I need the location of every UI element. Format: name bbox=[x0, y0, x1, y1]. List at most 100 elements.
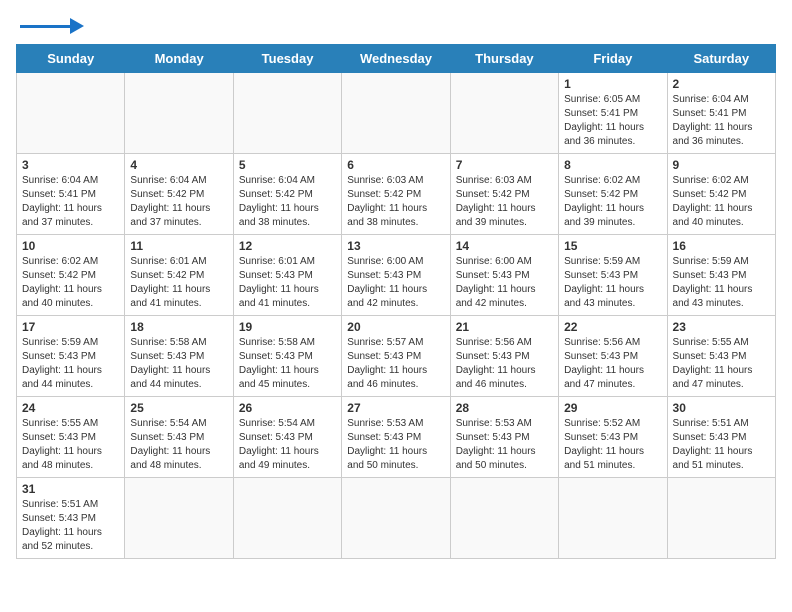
cell-info-text: Sunrise: 5:59 AMSunset: 5:43 PMDaylight:… bbox=[564, 255, 661, 311]
week-row-4: 17 Sunrise: 5:59 AMSunset: 5:43 PMDayligh… bbox=[17, 316, 776, 397]
calendar-cell: 30Sunrise: 5:51 AMSunset: 5:43 PMDayligh… bbox=[667, 397, 775, 478]
week-row-3: 10 Sunrise: 6:02 AMSunset: 5:42 PMDayligh… bbox=[17, 235, 776, 316]
calendar-cell: 6Sunrise: 6:03 AMSunset: 5:42 PMDaylight… bbox=[342, 154, 450, 235]
cell-date-number: 31 bbox=[22, 482, 119, 496]
cell-date-number: 25 bbox=[130, 401, 227, 415]
cell-date-number: 24 bbox=[22, 401, 119, 415]
cell-date-number: 7 bbox=[456, 158, 553, 172]
logo bbox=[16, 16, 84, 34]
calendar-cell: 3 Sunrise: 6:04 AMSunset: 5:41 PMDaylight… bbox=[17, 154, 125, 235]
calendar-cell: 2 Sunrise: 6:04 AMSunset: 5:41 PMDaylight… bbox=[667, 73, 775, 154]
day-header-tuesday: Tuesday bbox=[233, 45, 341, 73]
calendar-cell bbox=[450, 478, 558, 559]
cell-info-text: Sunrise: 6:02 AMSunset: 5:42 PMDaylight:… bbox=[564, 174, 661, 230]
week-row-6: 31Sunrise: 5:51 AMSunset: 5:43 PMDayligh… bbox=[17, 478, 776, 559]
cell-info-text: Sunrise: 5:55 AMSunset: 5:43 PMDaylight:… bbox=[22, 417, 119, 473]
cell-date-number: 27 bbox=[347, 401, 444, 415]
calendar-cell bbox=[667, 478, 775, 559]
cell-date-number: 17 bbox=[22, 320, 119, 334]
cell-info-text: Sunrise: 5:55 AMSunset: 5:43 PMDaylight:… bbox=[673, 336, 770, 392]
cell-info-text: Sunrise: 5:56 AMSunset: 5:43 PMDaylight:… bbox=[456, 336, 553, 392]
calendar-cell: 15 Sunrise: 5:59 AMSunset: 5:43 PMDayligh… bbox=[559, 235, 667, 316]
cell-info-text: Sunrise: 6:04 AMSunset: 5:41 PMDaylight:… bbox=[22, 174, 119, 230]
cell-info-text: Sunrise: 6:03 AMSunset: 5:42 PMDaylight:… bbox=[347, 174, 444, 230]
calendar-cell: 4 Sunrise: 6:04 AMSunset: 5:42 PMDaylight… bbox=[125, 154, 233, 235]
cell-info-text: Sunrise: 5:58 AMSunset: 5:43 PMDaylight:… bbox=[239, 336, 336, 392]
calendar-cell: 14Sunrise: 6:00 AMSunset: 5:43 PMDayligh… bbox=[450, 235, 558, 316]
cell-info-text: Sunrise: 6:00 AMSunset: 5:43 PMDaylight:… bbox=[347, 255, 444, 311]
calendar-table: SundayMondayTuesdayWednesdayThursdayFrid… bbox=[16, 44, 776, 559]
cell-date-number: 29 bbox=[564, 401, 661, 415]
day-header-sunday: Sunday bbox=[17, 45, 125, 73]
day-header-thursday: Thursday bbox=[450, 45, 558, 73]
cell-info-text: Sunrise: 5:56 AMSunset: 5:43 PMDaylight:… bbox=[564, 336, 661, 392]
cell-date-number: 4 bbox=[130, 158, 227, 172]
calendar-cell bbox=[125, 478, 233, 559]
day-header-saturday: Saturday bbox=[667, 45, 775, 73]
cell-date-number: 20 bbox=[347, 320, 444, 334]
page-header bbox=[16, 16, 776, 34]
cell-date-number: 30 bbox=[673, 401, 770, 415]
cell-date-number: 13 bbox=[347, 239, 444, 253]
cell-date-number: 11 bbox=[130, 239, 227, 253]
cell-date-number: 22 bbox=[564, 320, 661, 334]
cell-date-number: 1 bbox=[564, 77, 661, 91]
cell-date-number: 19 bbox=[239, 320, 336, 334]
calendar-cell bbox=[559, 478, 667, 559]
calendar-cell: 20 Sunrise: 5:57 AMSunset: 5:43 PMDayligh… bbox=[342, 316, 450, 397]
cell-info-text: Sunrise: 6:04 AMSunset: 5:42 PMDaylight:… bbox=[130, 174, 227, 230]
day-header-monday: Monday bbox=[125, 45, 233, 73]
cell-info-text: Sunrise: 5:57 AMSunset: 5:43 PMDaylight:… bbox=[347, 336, 444, 392]
cell-date-number: 15 bbox=[564, 239, 661, 253]
calendar-cell: 26 Sunrise: 5:54 AMSunset: 5:43 PMDayligh… bbox=[233, 397, 341, 478]
cell-info-text: Sunrise: 6:00 AMSunset: 5:43 PMDaylight:… bbox=[456, 255, 553, 311]
calendar-cell bbox=[125, 73, 233, 154]
calendar-cell bbox=[17, 73, 125, 154]
calendar-cell: 31Sunrise: 5:51 AMSunset: 5:43 PMDayligh… bbox=[17, 478, 125, 559]
calendar-cell: 8Sunrise: 6:02 AMSunset: 5:42 PMDaylight… bbox=[559, 154, 667, 235]
calendar-cell bbox=[342, 478, 450, 559]
cell-info-text: Sunrise: 5:53 AMSunset: 5:43 PMDaylight:… bbox=[347, 417, 444, 473]
week-row-5: 24 Sunrise: 5:55 AMSunset: 5:43 PMDayligh… bbox=[17, 397, 776, 478]
cell-info-text: Sunrise: 6:01 AMSunset: 5:43 PMDaylight:… bbox=[239, 255, 336, 311]
calendar-cell: 11 Sunrise: 6:01 AMSunset: 5:42 PMDayligh… bbox=[125, 235, 233, 316]
cell-date-number: 28 bbox=[456, 401, 553, 415]
cell-info-text: Sunrise: 6:05 AMSunset: 5:41 PMDaylight:… bbox=[564, 93, 661, 149]
cell-date-number: 3 bbox=[22, 158, 119, 172]
cell-info-text: Sunrise: 6:04 AMSunset: 5:41 PMDaylight:… bbox=[673, 93, 770, 149]
cell-info-text: Sunrise: 6:03 AMSunset: 5:42 PMDaylight:… bbox=[456, 174, 553, 230]
calendar-cell bbox=[233, 73, 341, 154]
cell-info-text: Sunrise: 5:52 AMSunset: 5:43 PMDaylight:… bbox=[564, 417, 661, 473]
calendar-cell: 10 Sunrise: 6:02 AMSunset: 5:42 PMDayligh… bbox=[17, 235, 125, 316]
cell-date-number: 12 bbox=[239, 239, 336, 253]
day-header-row: SundayMondayTuesdayWednesdayThursdayFrid… bbox=[17, 45, 776, 73]
calendar-cell: 7 Sunrise: 6:03 AMSunset: 5:42 PMDaylight… bbox=[450, 154, 558, 235]
calendar-cell: 29 Sunrise: 5:52 AMSunset: 5:43 PMDayligh… bbox=[559, 397, 667, 478]
calendar-cell: 9Sunrise: 6:02 AMSunset: 5:42 PMDaylight… bbox=[667, 154, 775, 235]
calendar-cell: 25 Sunrise: 5:54 AMSunset: 5:43 PMDayligh… bbox=[125, 397, 233, 478]
day-header-friday: Friday bbox=[559, 45, 667, 73]
cell-info-text: Sunrise: 5:53 AMSunset: 5:43 PMDaylight:… bbox=[456, 417, 553, 473]
calendar-cell: 5Sunrise: 6:04 AMSunset: 5:42 PMDaylight… bbox=[233, 154, 341, 235]
cell-date-number: 5 bbox=[239, 158, 336, 172]
cell-date-number: 10 bbox=[22, 239, 119, 253]
cell-info-text: Sunrise: 5:58 AMSunset: 5:43 PMDaylight:… bbox=[130, 336, 227, 392]
cell-date-number: 18 bbox=[130, 320, 227, 334]
calendar-cell: 19 Sunrise: 5:58 AMSunset: 5:43 PMDayligh… bbox=[233, 316, 341, 397]
cell-info-text: Sunrise: 6:02 AMSunset: 5:42 PMDaylight:… bbox=[673, 174, 770, 230]
cell-date-number: 26 bbox=[239, 401, 336, 415]
calendar-cell: 13 Sunrise: 6:00 AMSunset: 5:43 PMDayligh… bbox=[342, 235, 450, 316]
cell-date-number: 2 bbox=[673, 77, 770, 91]
cell-date-number: 16 bbox=[673, 239, 770, 253]
cell-info-text: Sunrise: 6:02 AMSunset: 5:42 PMDaylight:… bbox=[22, 255, 119, 311]
cell-info-text: Sunrise: 5:54 AMSunset: 5:43 PMDaylight:… bbox=[239, 417, 336, 473]
calendar-cell: 17 Sunrise: 5:59 AMSunset: 5:43 PMDayligh… bbox=[17, 316, 125, 397]
calendar-cell bbox=[342, 73, 450, 154]
cell-info-text: Sunrise: 5:59 AMSunset: 5:43 PMDaylight:… bbox=[673, 255, 770, 311]
cell-info-text: Sunrise: 5:54 AMSunset: 5:43 PMDaylight:… bbox=[130, 417, 227, 473]
cell-info-text: Sunrise: 6:01 AMSunset: 5:42 PMDaylight:… bbox=[130, 255, 227, 311]
calendar-cell: 12 Sunrise: 6:01 AMSunset: 5:43 PMDayligh… bbox=[233, 235, 341, 316]
calendar-cell: 27 Sunrise: 5:53 AMSunset: 5:43 PMDayligh… bbox=[342, 397, 450, 478]
calendar-cell: 16 Sunrise: 5:59 AMSunset: 5:43 PMDayligh… bbox=[667, 235, 775, 316]
cell-info-text: Sunrise: 5:59 AMSunset: 5:43 PMDaylight:… bbox=[22, 336, 119, 392]
